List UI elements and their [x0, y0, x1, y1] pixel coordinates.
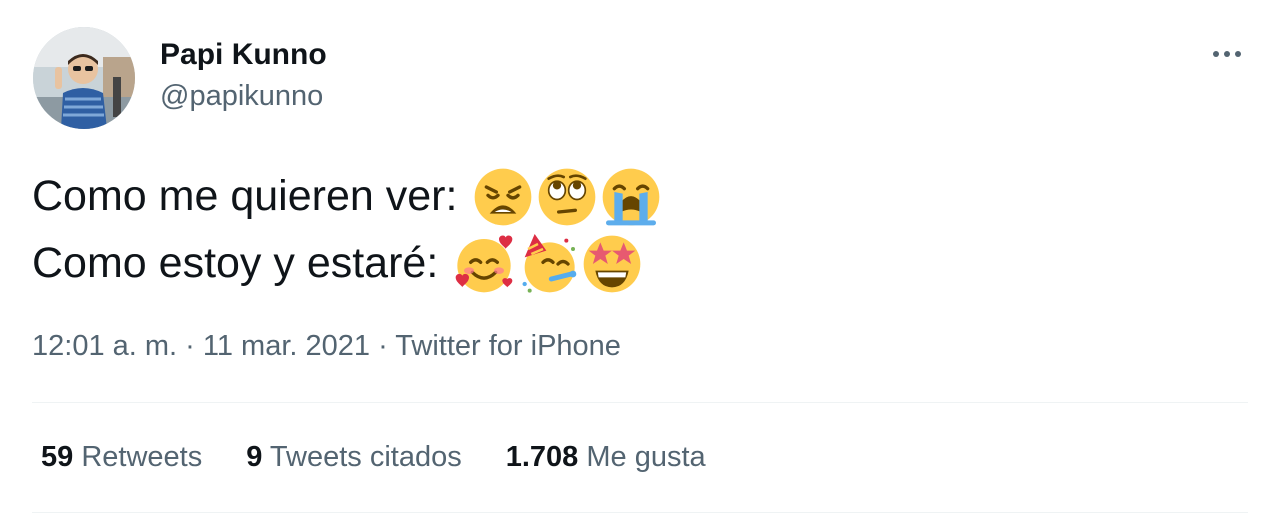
partying-face-emoji	[522, 233, 577, 293]
quotes-stat[interactable]: 9 Tweets citados	[246, 441, 462, 474]
weary-face-emoji	[475, 168, 532, 225]
author-handle[interactable]: @papikunno	[160, 80, 323, 113]
tweet-line-1: Como me quieren ver:	[32, 163, 661, 230]
more-icon-dot	[1213, 51, 1219, 57]
meta-separator: ·	[177, 330, 203, 362]
divider	[32, 402, 1248, 403]
likes-count: 1.708	[505, 441, 579, 473]
more-options-button[interactable]	[1205, 36, 1249, 72]
retweets-stat[interactable]: 59 Retweets	[41, 441, 202, 474]
tweet-line-2: Como estoy y estaré:	[32, 230, 661, 297]
tweet-line-2-text: Como estoy y estaré:	[32, 239, 439, 287]
more-icon-dot	[1235, 51, 1241, 57]
retweets-count: 59	[41, 441, 74, 473]
star-struck-emoji	[583, 235, 641, 292]
quotes-count: 9	[246, 441, 263, 473]
tweet-text: Como me quieren ver: Como estoy y estaré…	[32, 163, 661, 297]
tweet-time[interactable]: 12:01 a. m.	[32, 330, 177, 362]
tweet-metadata: 12:01 a. m. · 11 mar. 2021 · Twitter for…	[32, 330, 621, 363]
retweets-label: Retweets	[81, 441, 203, 473]
divider	[32, 512, 1248, 513]
likes-label: Me gusta	[586, 441, 706, 473]
loudly-crying-face-emoji	[603, 168, 660, 225]
tweet-line-1-text: Como me quieren ver:	[32, 172, 458, 220]
more-icon-dot	[1224, 51, 1230, 57]
avatar[interactable]	[33, 27, 135, 129]
face-with-rolling-eyes-emoji	[539, 168, 596, 225]
avatar-photo	[33, 27, 135, 129]
quotes-label: Tweets citados	[269, 441, 462, 473]
likes-stat[interactable]: 1.708 Me gusta	[506, 441, 706, 474]
tweet-stats: 59 Retweets 9 Tweets citados 1.708 Me gu…	[41, 441, 706, 474]
meta-separator: ·	[370, 330, 396, 362]
smiling-face-with-hearts-emoji	[455, 235, 513, 292]
author-display-name[interactable]: Papi Kunno	[160, 38, 327, 72]
tweet-date[interactable]: 11 mar. 2021	[203, 330, 370, 362]
tweet-source[interactable]: Twitter for iPhone	[395, 330, 621, 362]
